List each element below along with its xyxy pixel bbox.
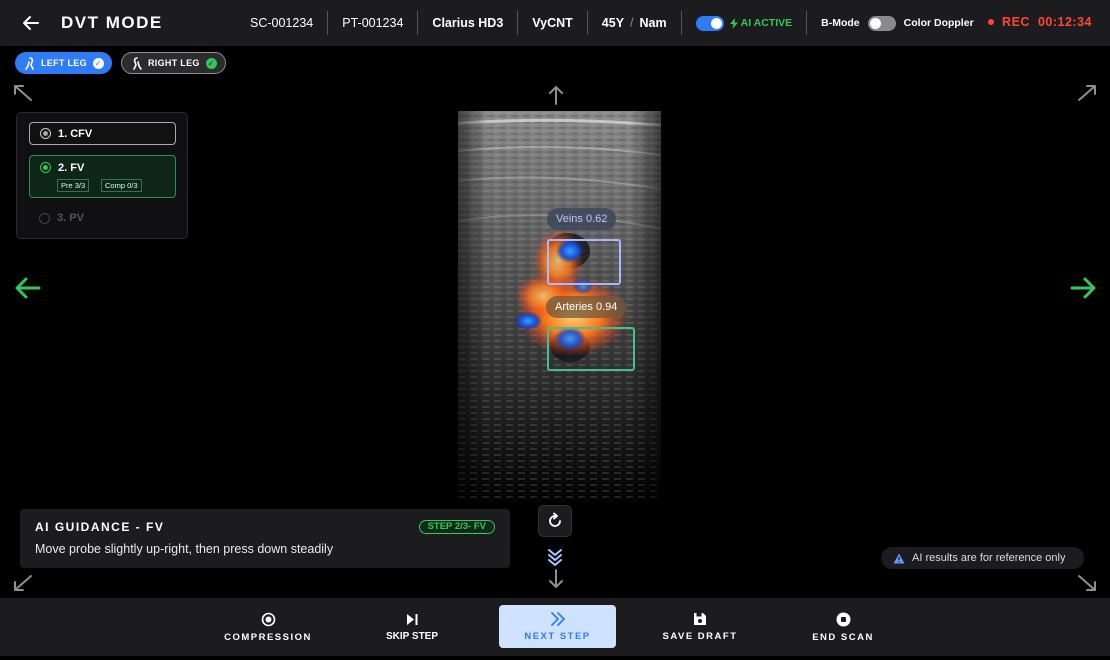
- next-step-button[interactable]: NEXT STEP: [499, 605, 616, 648]
- rec-label: REC: [1002, 15, 1030, 29]
- arrow-right-icon[interactable]: [1069, 276, 1097, 300]
- vessel-checklist: 1. CFV 2. FV Pre 3/3 Comp 0/3 3. PV: [16, 112, 188, 239]
- radio-icon: [39, 213, 50, 224]
- ai-active-status: AI ACTIVE: [729, 17, 793, 29]
- doppler-label: Color Doppler: [903, 17, 974, 29]
- arrow-down-icon[interactable]: [546, 568, 566, 590]
- guidance-text: Move probe slightly up-right, then press…: [35, 542, 334, 556]
- vessel-label: 3. PV: [57, 212, 84, 224]
- double-chevron-right-icon: [550, 611, 565, 626]
- toggle-knob: [869, 17, 881, 29]
- arrow-down-right-icon[interactable]: [1076, 573, 1098, 593]
- patient-id: PT-001234: [327, 11, 417, 35]
- end-scan-label: END SCAN: [812, 631, 874, 643]
- arrow-left-icon[interactable]: [14, 276, 42, 300]
- skip-step-button[interactable]: SKIP STEP: [370, 598, 454, 656]
- session-id: SC-001234: [250, 16, 314, 30]
- step-badge: STEP 2/3- FV: [418, 520, 495, 534]
- refresh-icon: [549, 512, 561, 527]
- patient-name: VyCNT: [517, 11, 587, 35]
- ai-guidance-panel: AI GUIDANCE - FV STEP 2/3- FV Move probe…: [20, 509, 510, 568]
- device-name: Clarius HD3: [417, 11, 517, 35]
- stop-circle-icon: [836, 612, 850, 626]
- compression-button[interactable]: COMPRESSION: [218, 598, 318, 656]
- pre-count-tag: Pre 3/3: [57, 179, 90, 192]
- session-meta: SC-001234 PT-001234 Clarius HD3 VyCNT 45…: [236, 11, 988, 35]
- save-icon: [694, 613, 706, 625]
- compression-label: COMPRESSION: [224, 631, 312, 643]
- top-bar: DVT MODE SC-001234 PT-001234 Clarius HD3…: [0, 0, 1110, 46]
- ai-toggle-group: AI ACTIVE: [680, 11, 807, 35]
- left-leg-label: LEFT LEG: [41, 58, 87, 68]
- vein-detection-label: Veins 0.62: [547, 208, 617, 230]
- rec-time: 00:12:34: [1037, 15, 1092, 29]
- guidance-title: AI GUIDANCE - FV: [35, 520, 165, 534]
- toggle-knob: [710, 17, 722, 29]
- artery-detection-box: [547, 327, 635, 371]
- vessel-item-fv[interactable]: 2. FV Pre 3/3 Comp 0/3: [29, 155, 176, 198]
- doppler-toggle[interactable]: [867, 15, 896, 31]
- patient-demographics: 45Y / Nam: [586, 11, 681, 35]
- lightning-icon: [729, 17, 738, 29]
- ai-active-label: AI ACTIVE: [740, 17, 793, 29]
- right-leg-label: RIGHT LEG: [148, 58, 200, 68]
- skip-icon: [407, 613, 418, 625]
- radio-icon: [40, 162, 51, 173]
- warning-icon: [893, 553, 905, 563]
- press-down-icon: [548, 549, 562, 566]
- record-circle-icon: [261, 612, 275, 626]
- bottom-action-bar: COMPRESSION SKIP STEP NEXT STEP SAVE DRA…: [0, 598, 1110, 656]
- end-scan-button[interactable]: END SCAN: [803, 598, 883, 656]
- save-draft-label: SAVE DRAFT: [662, 631, 738, 642]
- next-step-label: NEXT STEP: [524, 630, 591, 642]
- artery-detection-label: Arteries 0.94: [546, 296, 627, 318]
- recording-indicator: REC 00:12:34: [988, 15, 1092, 29]
- separator: /: [630, 16, 634, 30]
- vessel-item-pv[interactable]: 3. PV: [29, 210, 176, 228]
- vessel-label: 2. FV: [58, 162, 85, 174]
- back-arrow-icon[interactable]: [20, 12, 42, 34]
- bmode-label: B-Mode: [821, 17, 860, 29]
- ai-disclaimer: AI results are for reference only: [881, 547, 1084, 569]
- arrow-up-icon[interactable]: [546, 84, 566, 106]
- page-title: DVT MODE: [61, 13, 163, 32]
- leg-icon: [25, 56, 34, 70]
- radio-icon: [40, 128, 51, 139]
- comp-count-tag: Comp 0/3: [101, 179, 142, 192]
- patient-gender: Nam: [639, 16, 667, 30]
- vein-detection-box: [547, 239, 621, 285]
- save-draft-button[interactable]: SAVE DRAFT: [658, 598, 742, 656]
- arrow-up-left-icon[interactable]: [12, 83, 34, 103]
- leg-icon: [133, 56, 142, 70]
- arrow-up-right-icon[interactable]: [1076, 83, 1098, 103]
- right-leg-chip[interactable]: RIGHT LEG ✓: [121, 52, 226, 74]
- ultrasound-view[interactable]: Veins 0.62 Arteries 0.94: [458, 111, 661, 500]
- vessel-label: 1. CFV: [58, 128, 93, 140]
- ai-toggle[interactable]: [695, 15, 724, 31]
- rec-dot-icon: [988, 19, 995, 25]
- mode-switch-group: B-Mode Color Doppler: [806, 11, 988, 35]
- refresh-button[interactable]: [538, 505, 572, 537]
- left-leg-chip[interactable]: LEFT LEG ✓: [15, 52, 112, 74]
- vessel-item-cfv[interactable]: 1. CFV: [29, 122, 176, 145]
- check-icon: ✓: [205, 57, 217, 69]
- disclaimer-text: AI results are for reference only: [912, 552, 1066, 564]
- patient-age: 45Y: [601, 16, 625, 30]
- skip-step-label: SKIP STEP: [385, 630, 439, 642]
- arrow-down-left-icon[interactable]: [12, 573, 34, 593]
- check-icon: ✓: [92, 57, 104, 69]
